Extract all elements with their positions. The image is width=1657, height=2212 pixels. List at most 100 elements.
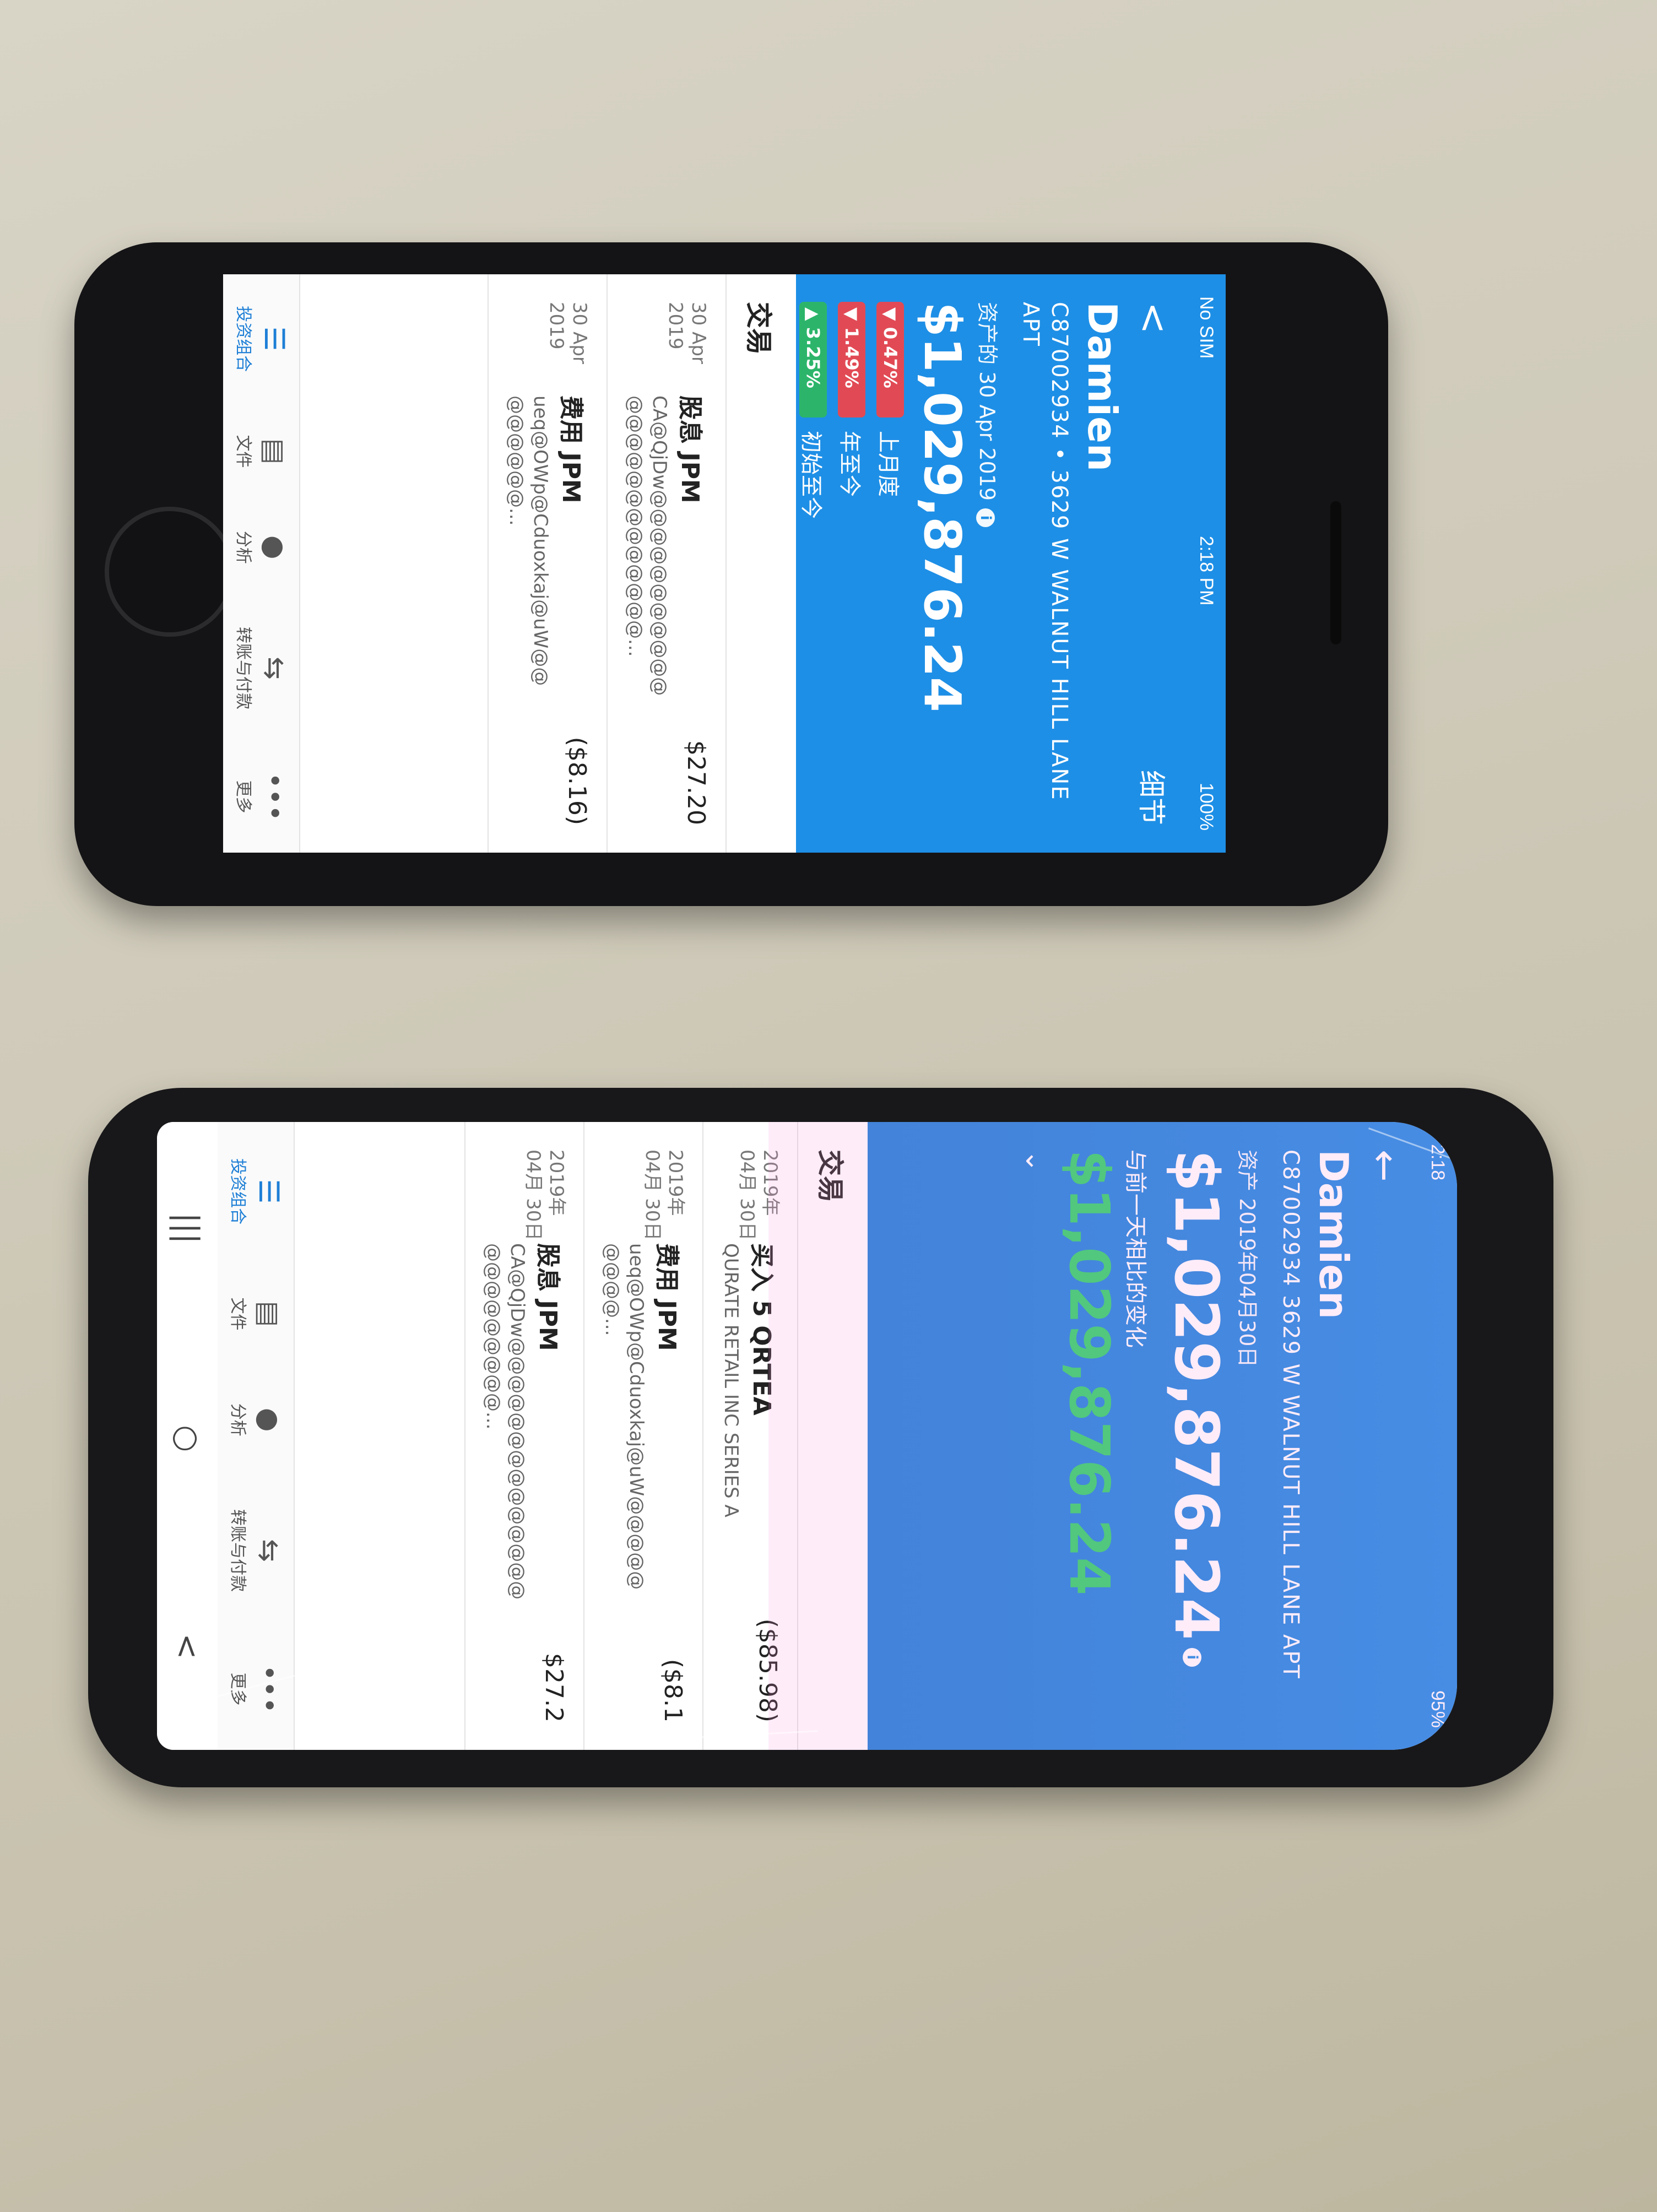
tab-transfers[interactable]: ⇆ 转账与付款 bbox=[223, 627, 299, 709]
tab-analysis[interactable]: ● 分析 bbox=[216, 1403, 294, 1436]
account-header: No SIM 2:18 PM 100% < 细节 Damien C8700293… bbox=[796, 274, 1226, 853]
perf-badge-month: ▼ 0.47% bbox=[876, 302, 904, 418]
recents-button[interactable]: ||| bbox=[170, 1213, 205, 1244]
status-bar: No SIM 2:18 PM 100% bbox=[1187, 274, 1226, 853]
tab-portfolio[interactable]: ☰ 投资组合 bbox=[223, 306, 299, 372]
account-number: C87002934 3629 W WALNUT HILL LANE APT bbox=[1278, 1150, 1303, 1679]
asset-date-text: 资产 2019年04月30日 bbox=[1235, 1150, 1259, 1368]
document-icon: ▤ bbox=[253, 1300, 285, 1327]
tx-date: 30 Apr 2019 bbox=[545, 302, 591, 364]
table-row[interactable]: 2019年 04月 30日 股息 JPM CA@QjDw@@@@@@@@@@@@… bbox=[464, 1122, 583, 1750]
iphone-device: No SIM 2:18 PM 100% < 细节 Damien C8700293… bbox=[74, 242, 1388, 906]
tx-desc: QURATE RETAIL INC SERIES A bbox=[720, 1243, 742, 1517]
perf-row-inception: ▲ 3.25% 初始至今 bbox=[797, 274, 836, 853]
tab-analysis-label: 分析 bbox=[234, 530, 253, 564]
asset-value-text: $1,029,876.24 bbox=[1161, 1150, 1232, 1640]
tx-amount: $27.2 bbox=[540, 1653, 568, 1722]
iphone-screen: No SIM 2:18 PM 100% < 细节 Damien C8700293… bbox=[223, 274, 1226, 853]
info-icon[interactable]: i bbox=[976, 508, 995, 528]
tab-more-label: 更多 bbox=[234, 780, 253, 814]
change-value: $1,029,876.24 bbox=[1057, 1150, 1122, 1596]
table-row[interactable]: 2019年 04月 30日 费用 JPM ueq@OWp@Cduoxkaj@uW… bbox=[583, 1122, 702, 1750]
account-header: 2:18 95% ← Damien C87002934 3629 W WALNU… bbox=[868, 1122, 1457, 1750]
tx-date: 2019年 04月 30日 bbox=[641, 1150, 686, 1241]
more-icon: ••• bbox=[258, 772, 290, 821]
tx-type: 股息 JPM bbox=[534, 1243, 562, 1351]
table-row[interactable]: 30 Apr 2019 股息 JPM CA@QjDw@@@@@@@@@@@@@@… bbox=[607, 274, 725, 853]
tx-amount: $27.20 bbox=[682, 740, 710, 825]
tx-date: 2019年 04月 30日 bbox=[736, 1150, 781, 1241]
back-arrow-icon[interactable]: < bbox=[1131, 302, 1176, 334]
tx-type: 费用 JPM bbox=[653, 1243, 681, 1351]
account-name: Damien bbox=[1079, 302, 1125, 472]
perf-badge-inception-text: 3.25% bbox=[803, 327, 824, 388]
transfer-icon: ⇆ bbox=[253, 1539, 285, 1562]
tab-transfers[interactable]: ⇆ 转账与付款 bbox=[216, 1509, 294, 1592]
perf-row-ytd: ▼ 1.49% 年至今 bbox=[836, 274, 874, 853]
tx-type: 股息 JPM bbox=[676, 395, 704, 503]
database-icon: ☰ bbox=[258, 326, 290, 351]
status-bar: 2:18 95% bbox=[1418, 1122, 1457, 1750]
tx-amount: ($85.98) bbox=[754, 1618, 782, 1722]
tab-transfers-label: 转账与付款 bbox=[234, 627, 253, 710]
asset-value: $1,029,876.24 i bbox=[1161, 1122, 1234, 1750]
account-name: Damien bbox=[1311, 1150, 1357, 1320]
more-icon: ••• bbox=[253, 1665, 285, 1714]
clock: 2:18 PM bbox=[1196, 535, 1217, 606]
tx-amount: ($8.16) bbox=[563, 736, 591, 825]
details-link[interactable]: 细节 bbox=[1134, 770, 1173, 825]
back-arrow-icon[interactable]: ← bbox=[1362, 1150, 1407, 1182]
tab-portfolio-label: 投资组合 bbox=[234, 306, 253, 372]
tx-desc: ueq@OWp@Cduoxkaj@uW@@@@@@@@@... bbox=[601, 1243, 647, 1590]
perf-badge-ytd-text: 1.49% bbox=[841, 327, 862, 388]
android-device: 2:18 95% ← Damien C87002934 3629 W WALNU… bbox=[88, 1088, 1553, 1787]
lightbulb-icon: ● bbox=[253, 1407, 285, 1432]
tab-bar: ☰ 投资组合 ▤ 文件 ● 分析 ⇆ 转账与付款 ••• 更多 bbox=[223, 274, 300, 853]
transactions-title: 交易 bbox=[797, 1122, 868, 1750]
android-screen: 2:18 95% ← Damien C87002934 3629 W WALNU… bbox=[157, 1122, 1457, 1750]
tab-documents[interactable]: ▤ 文件 bbox=[216, 1297, 294, 1330]
tx-desc: CA@QjDw@@@@@@@@@@@@@@@@@@@@@@@@... bbox=[624, 395, 670, 696]
tab-bar: ☰ 投资组合 ▤ 文件 ● 分析 ⇆ 转账与付款 ••• 更多 bbox=[216, 1122, 295, 1750]
table-row[interactable]: 2019年 04月 30日 买入 5 QRTEA QURATE RETAIL I… bbox=[702, 1122, 797, 1750]
transactions-title: 交易 bbox=[725, 274, 796, 853]
account-number: C87002934 • 3629 W WALNUT HILL LANE APT bbox=[1018, 302, 1072, 801]
tx-desc: CA@QjDw@@@@@@@@@@@@@@@@@@@@@@@... bbox=[482, 1243, 528, 1600]
tab-transfers-label: 转账与付款 bbox=[228, 1509, 247, 1592]
perf-label-ytd: 年至今 bbox=[837, 431, 862, 497]
database-icon: ☰ bbox=[253, 1179, 285, 1204]
chevron-down-icon[interactable]: ⌄ bbox=[1009, 1122, 1057, 1750]
tab-documents-label: 文件 bbox=[228, 1297, 247, 1331]
battery-label: 95% bbox=[1427, 1690, 1449, 1728]
tx-date: 30 Apr 2019 bbox=[664, 302, 710, 364]
lightbulb-icon: ● bbox=[258, 535, 290, 560]
asset-value: $1,029,876.24 bbox=[913, 302, 972, 712]
asset-date-text: 资产的 30 Apr 2019 bbox=[975, 302, 999, 501]
info-icon[interactable]: i bbox=[1183, 1647, 1202, 1667]
earpiece bbox=[1330, 501, 1341, 644]
perf-badge-inception: ▲ 3.25% bbox=[799, 302, 827, 418]
carrier-label: No SIM bbox=[1196, 296, 1217, 359]
table-row[interactable]: 30 Apr 2019 费用 JPM ueq@OWp@Cduoxkaj@uW@@… bbox=[488, 274, 607, 853]
tx-type: 费用 JPM bbox=[557, 395, 585, 503]
perf-label-inception: 初始至今 bbox=[798, 431, 824, 519]
tx-date: 2019年 04月 30日 bbox=[522, 1150, 567, 1241]
back-button[interactable]: < bbox=[170, 1633, 205, 1659]
home-button[interactable]: ○ bbox=[170, 1425, 205, 1452]
perf-badge-ytd: ▼ 1.49% bbox=[838, 302, 865, 418]
tab-portfolio-label: 投资组合 bbox=[228, 1158, 247, 1225]
tab-portfolio[interactable]: ☰ 投资组合 bbox=[216, 1158, 294, 1224]
tab-more[interactable]: ••• 更多 bbox=[223, 772, 299, 821]
tx-desc: ueq@OWp@Cduoxkaj@uW@@@@@@@@... bbox=[505, 395, 551, 686]
system-nav-bar: ||| ○ < bbox=[157, 1122, 218, 1750]
tab-analysis[interactable]: ● 分析 bbox=[223, 531, 299, 564]
tx-amount: ($8.1 bbox=[659, 1658, 687, 1722]
perf-badge-month-text: 0.47% bbox=[880, 327, 901, 388]
tab-documents[interactable]: ▤ 文件 bbox=[223, 435, 299, 468]
tab-analysis-label: 分析 bbox=[228, 1403, 247, 1436]
tab-more[interactable]: ••• 更多 bbox=[216, 1665, 294, 1713]
asset-date-label: 资产 2019年04月30日 bbox=[1234, 1122, 1276, 1750]
tx-type: 买入 5 QRTEA bbox=[748, 1243, 776, 1416]
perf-label-month: 上月度 bbox=[875, 431, 901, 497]
home-button[interactable] bbox=[105, 507, 235, 637]
